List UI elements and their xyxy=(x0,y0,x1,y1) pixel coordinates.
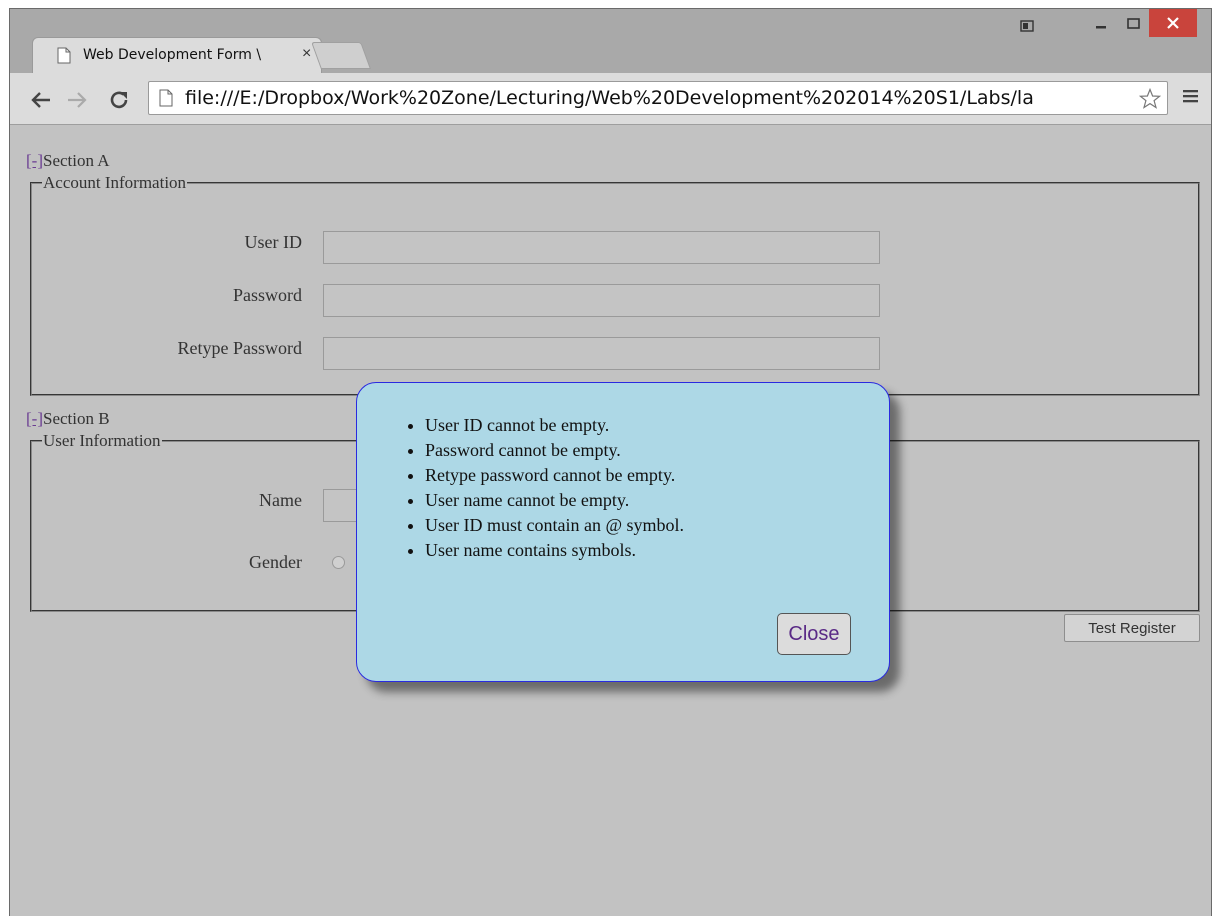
browser-toolbar: file:///E:/Dropbox/Work%20Zone/Lecturing… xyxy=(10,73,1211,125)
tab-close-button[interactable]: × xyxy=(302,45,311,63)
section-b-toggle-link[interactable]: [-] xyxy=(26,409,43,428)
test-register-button[interactable]: Test Register xyxy=(1064,614,1200,642)
title-bar: Web Development Form \ × xyxy=(10,9,1211,73)
browser-tab[interactable]: Web Development Form \ × xyxy=(32,37,322,73)
password-label: Password xyxy=(232,285,302,305)
section-a-toggle-link[interactable]: [-] xyxy=(26,151,43,170)
section-a-heading: [-]Section A xyxy=(26,151,110,171)
address-bar[interactable]: file:///E:/Dropbox/Work%20Zone/Lecturing… xyxy=(148,81,1168,115)
account-information-legend: Account Information xyxy=(43,173,187,192)
reload-icon[interactable] xyxy=(106,87,132,113)
validation-error-dialog: User ID cannot be empty. Password cannot… xyxy=(356,382,890,682)
error-item: Password cannot be empty. xyxy=(425,438,684,463)
error-item: User ID must contain an @ symbol. xyxy=(425,513,684,538)
url-text[interactable]: file:///E:/Dropbox/Work%20Zone/Lecturing… xyxy=(185,87,1133,109)
error-item: User name contains symbols. xyxy=(425,538,684,563)
close-button[interactable]: Close xyxy=(777,613,851,655)
error-item: Retype password cannot be empty. xyxy=(425,463,684,488)
error-item: User name cannot be empty. xyxy=(425,488,684,513)
error-list: User ID cannot be empty. Password cannot… xyxy=(385,413,684,563)
name-label: Name xyxy=(259,490,302,510)
retype-password-input[interactable] xyxy=(323,337,880,370)
section-b-title: Section B xyxy=(42,409,110,428)
new-tab-button[interactable] xyxy=(311,42,371,69)
hamburger-menu-icon[interactable] xyxy=(1182,88,1204,110)
window-switch-icon[interactable] xyxy=(1015,19,1039,33)
minimize-button[interactable] xyxy=(1088,9,1114,37)
file-icon xyxy=(159,89,173,112)
user-information-legend: User Information xyxy=(43,431,161,450)
star-icon[interactable] xyxy=(1138,87,1162,115)
tab-title: Web Development Form \ xyxy=(83,47,262,63)
window-close-button[interactable] xyxy=(1149,9,1197,37)
gender-radio[interactable] xyxy=(332,556,345,569)
user-id-label: User ID xyxy=(244,232,302,252)
section-b-heading: [-]Section B xyxy=(26,409,110,429)
gender-label: Gender xyxy=(249,552,302,572)
maximize-button[interactable] xyxy=(1120,9,1146,37)
password-input[interactable] xyxy=(323,284,880,317)
back-arrow-icon[interactable] xyxy=(28,87,54,113)
retype-password-label: Retype Password xyxy=(177,338,303,358)
page-icon xyxy=(57,47,71,69)
section-a-title: Section A xyxy=(42,151,110,170)
error-item: User ID cannot be empty. xyxy=(425,413,684,438)
user-id-input[interactable] xyxy=(323,231,880,264)
forward-arrow-icon[interactable] xyxy=(64,87,90,113)
